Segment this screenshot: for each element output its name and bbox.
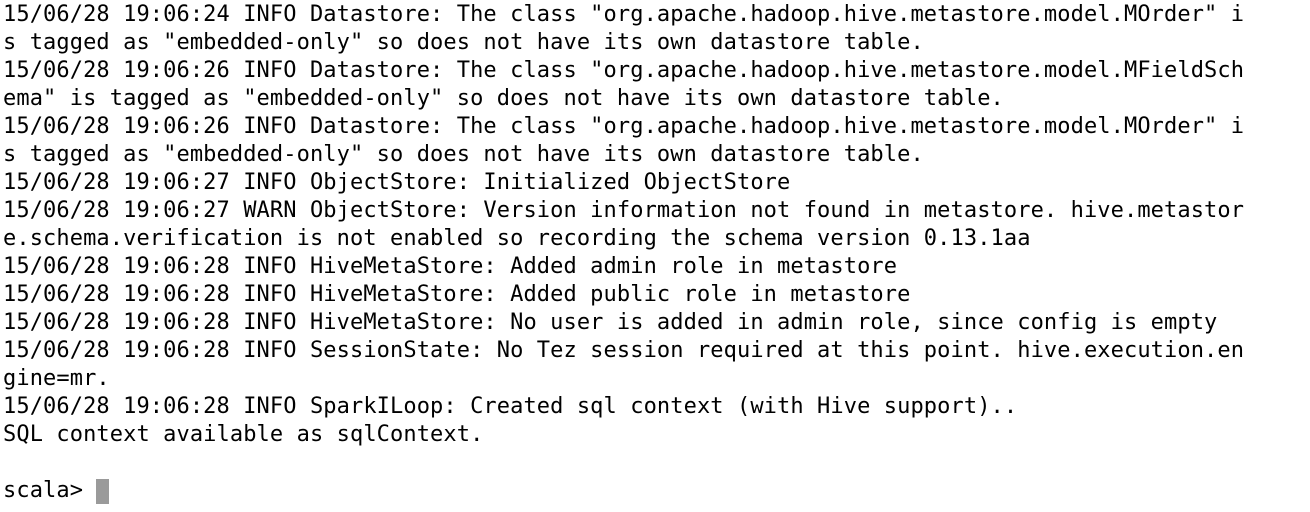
prompt-line[interactable]: scala> xyxy=(3,477,1310,505)
log-line-2: s tagged as "embedded-only" so does not … xyxy=(3,30,924,55)
log-line-6: s tagged as "embedded-only" so does not … xyxy=(3,142,924,167)
log-line-14: gine=mr. xyxy=(3,366,110,391)
log-line-1: 15/06/28 19:06:24 INFO Datastore: The cl… xyxy=(3,2,1245,27)
scala-prompt: scala> xyxy=(3,478,84,503)
log-line-10: 15/06/28 19:06:28 INFO HiveMetaStore: Ad… xyxy=(3,254,898,279)
log-line-3: 15/06/28 19:06:26 INFO Datastore: The cl… xyxy=(3,58,1245,83)
log-line-7: 15/06/28 19:06:27 INFO ObjectStore: Init… xyxy=(3,170,791,195)
log-line-8: 15/06/28 19:06:27 WARN ObjectStore: Vers… xyxy=(3,198,1245,223)
log-line-15: 15/06/28 19:06:28 INFO SparkILoop: Creat… xyxy=(3,394,1018,419)
terminal-window[interactable]: 15/06/28 19:06:24 INFO Datastore: The cl… xyxy=(0,0,1310,512)
log-line-5: 15/06/28 19:06:26 INFO Datastore: The cl… xyxy=(3,114,1245,139)
log-line-13: 15/06/28 19:06:28 INFO SessionState: No … xyxy=(3,338,1245,363)
log-line-16: SQL context available as sqlContext. xyxy=(3,422,484,447)
text-cursor[interactable] xyxy=(96,478,110,504)
log-line-9: e.schema.verification is not enabled so … xyxy=(3,226,1031,251)
log-line-11: 15/06/28 19:06:28 INFO HiveMetaStore: Ad… xyxy=(3,282,911,307)
log-line-4: ema" is tagged as "embedded-only" so doe… xyxy=(3,86,1004,111)
log-line-12: 15/06/28 19:06:28 INFO HiveMetaStore: No… xyxy=(3,310,1218,335)
